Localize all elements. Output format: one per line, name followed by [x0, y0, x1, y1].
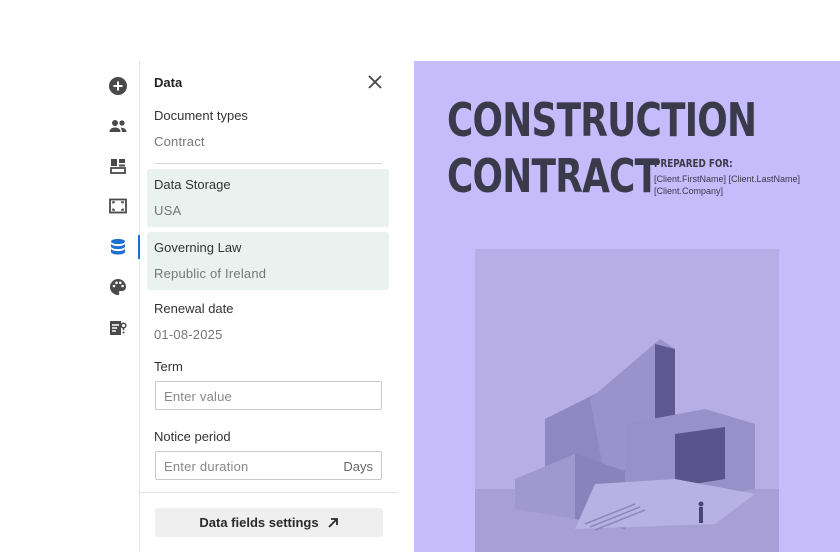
prepared-for-name: [Client.FirstName] [Client.LastName] — [654, 174, 801, 184]
document-title-line-2: CONTRACT — [447, 149, 659, 203]
field-data-storage[interactable]: Data Storage USA — [147, 169, 389, 227]
cover-image — [475, 249, 779, 552]
layout-icon[interactable] — [106, 154, 130, 178]
field-label: Governing Law — [154, 240, 242, 255]
field-term: Term — [147, 354, 389, 374]
field-notice-period: Notice period — [147, 424, 389, 444]
database-icon[interactable] — [106, 235, 130, 259]
field-governing-law[interactable]: Governing Law Republic of Ireland — [147, 232, 389, 290]
close-icon[interactable] — [366, 73, 384, 91]
term-input[interactable]: Enter value — [155, 381, 382, 410]
field-value: USA — [154, 203, 182, 218]
notice-label: Notice period — [154, 429, 231, 444]
people-icon[interactable] — [106, 114, 130, 138]
notice-unit-suffix: Days — [343, 459, 373, 474]
prepared-for-label: PREPARED FOR: — [654, 157, 733, 170]
field-label: Data Storage — [154, 177, 231, 192]
document-title-line-1: CONSTRUCTION — [447, 93, 757, 147]
field-document-types[interactable]: Document types Contract — [147, 104, 389, 150]
data-panel: Data Document types Contract Data Storag… — [140, 61, 398, 552]
document-preview: CONSTRUCTION CONTRACT PREPARED FOR: [Cli… — [414, 61, 840, 552]
frame-icon[interactable] — [106, 194, 130, 218]
data-fields-settings-button[interactable]: Data fields settings — [155, 508, 383, 537]
field-label: Document types — [154, 108, 248, 123]
term-placeholder: Enter value — [164, 389, 232, 404]
field-renewal-date[interactable]: Renewal date 01-08-2025 — [147, 294, 389, 346]
settings-button-label: Data fields settings — [199, 515, 319, 530]
field-value: 01-08-2025 — [154, 327, 223, 342]
notice-placeholder: Enter duration — [164, 459, 249, 474]
field-value: Republic of Ireland — [154, 266, 267, 281]
external-arrow-icon — [327, 517, 338, 528]
footer-divider — [140, 492, 398, 493]
prepared-for-company: [Client.Company] — [654, 186, 724, 196]
field-label: Renewal date — [154, 301, 234, 316]
add-icon[interactable] — [106, 74, 130, 98]
term-label: Term — [154, 359, 183, 374]
data-fields-icon[interactable] — [106, 316, 130, 340]
notice-period-input[interactable]: Enter duration Days — [155, 451, 382, 480]
palette-icon[interactable] — [106, 275, 130, 299]
panel-title: Data — [154, 75, 183, 90]
field-value: Contract — [154, 134, 205, 149]
icon-rail — [96, 61, 140, 552]
divider — [155, 163, 382, 164]
